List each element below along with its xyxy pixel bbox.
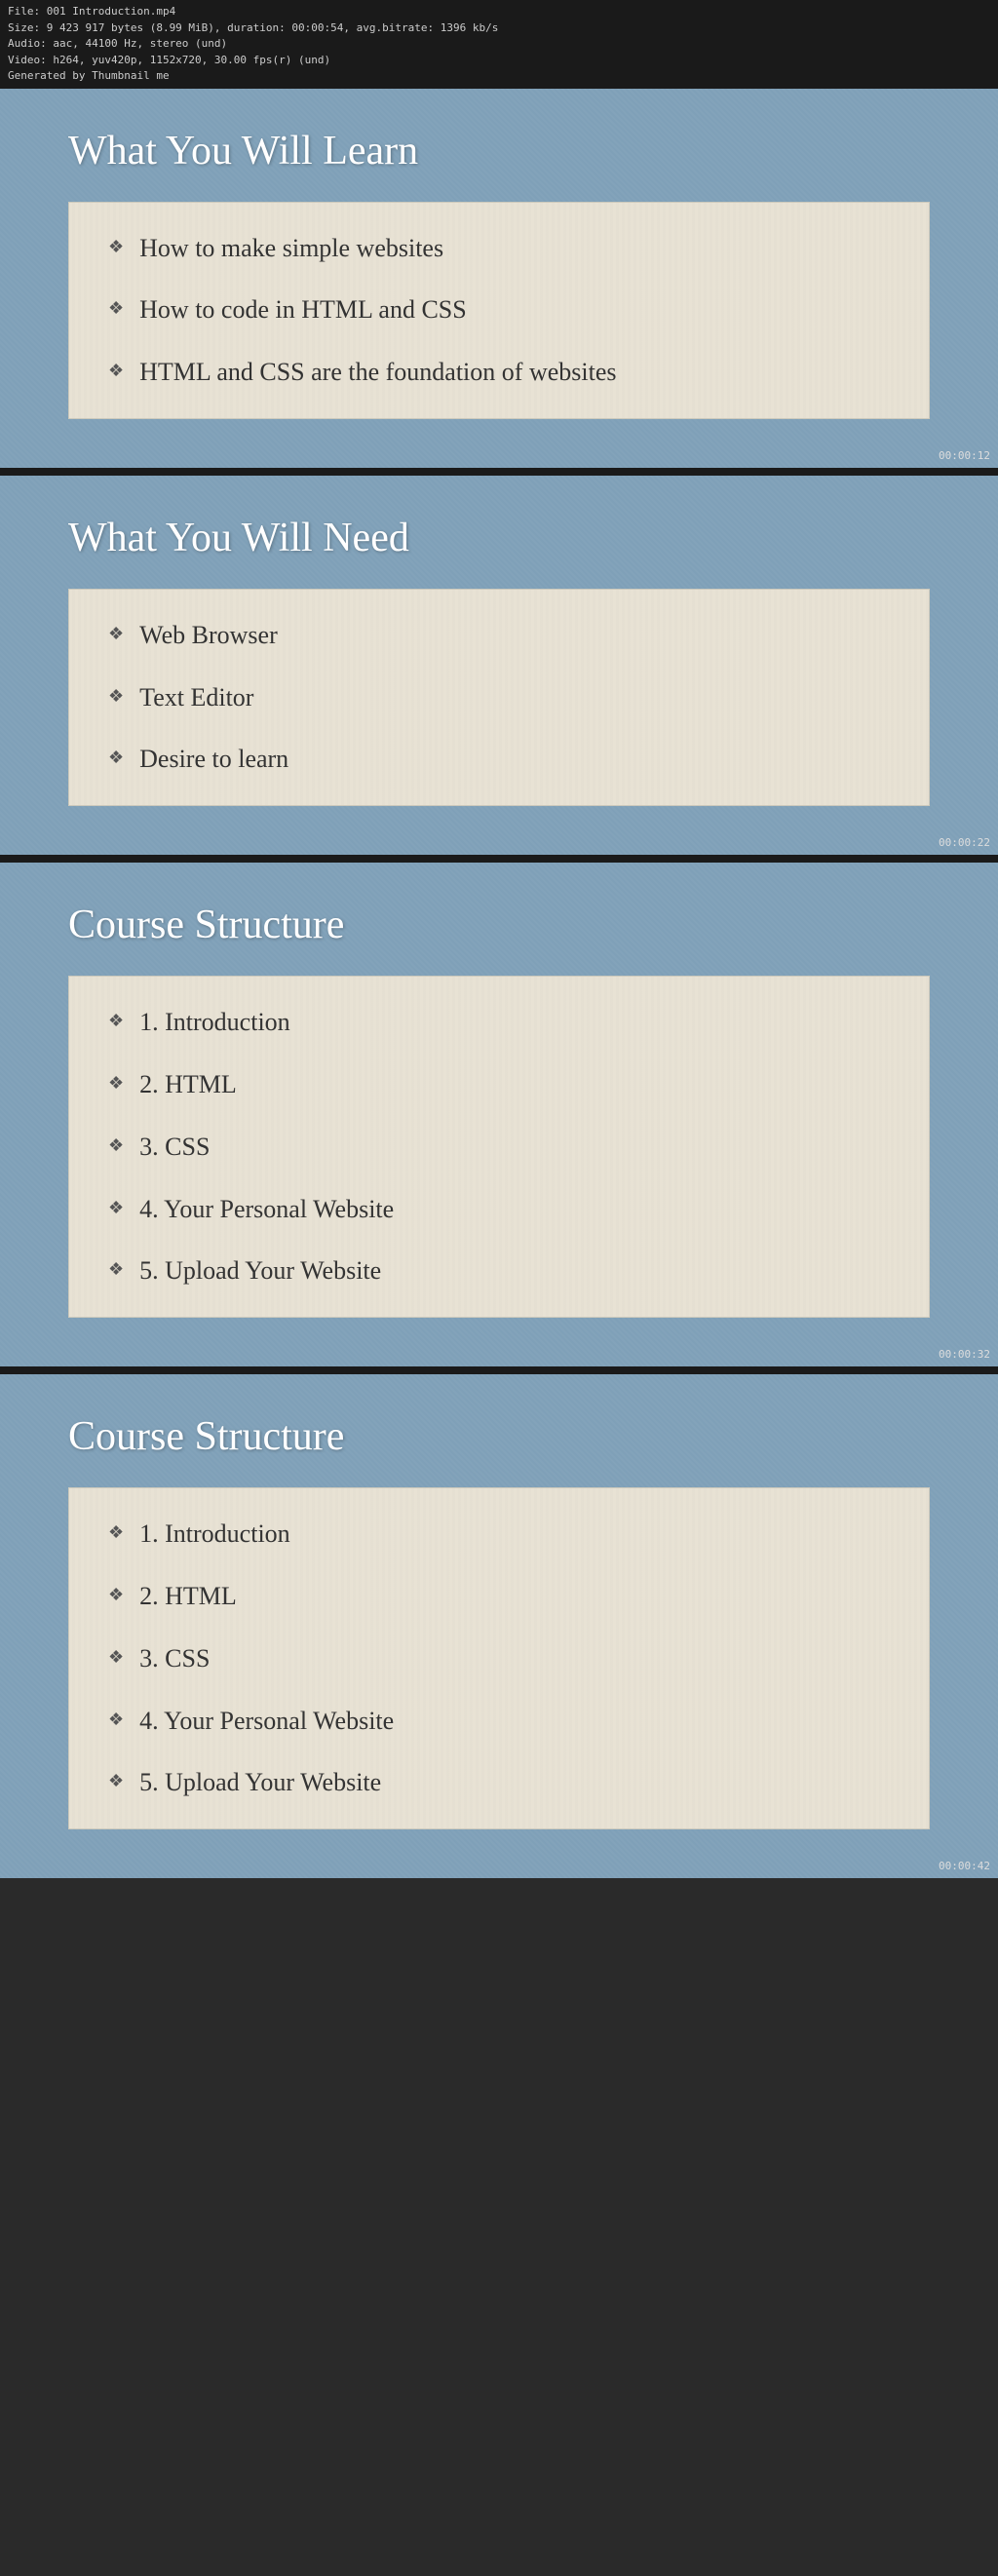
bullet-icon: ❖ [108, 1585, 124, 1605]
bullet-icon: ❖ [108, 1522, 124, 1543]
slide-slide3: Course Structure ❖ 1. Introduction ❖ 2. HTML… [0, 863, 998, 1366]
timestamp-slide3: 00:00:32 [939, 1348, 990, 1361]
list-item-text-slide4-0: 1. Introduction [139, 1518, 290, 1551]
list-item-slide3-0: ❖ 1. Introduction [108, 1006, 890, 1039]
list-item-text-slide1-0: How to make simple websites [139, 232, 443, 265]
list-item-text-slide4-3: 4. Your Personal Website [139, 1705, 394, 1738]
bullet-icon: ❖ [108, 1198, 124, 1218]
bullet-icon: ❖ [108, 624, 124, 644]
file-info: File: 001 Introduction.mp4 Size: 9 423 9… [0, 0, 998, 89]
list-item-slide2-2: ❖ Desire to learn [108, 743, 890, 776]
list-item-slide2-0: ❖ Web Browser [108, 619, 890, 652]
list-item-text-slide4-1: 2. HTML [139, 1580, 237, 1613]
slide-title-slide1: What You Will Learn [68, 128, 930, 174]
slide-slide4: Course Structure ❖ 1. Introduction ❖ 2. HTML… [0, 1374, 998, 1878]
file-info-line5: Generated by Thumbnail me [8, 68, 990, 85]
list-item-text-slide1-1: How to code in HTML and CSS [139, 293, 467, 327]
bullet-icon: ❖ [108, 1011, 124, 1031]
list-item-slide4-1: ❖ 2. HTML [108, 1580, 890, 1613]
list-item-slide1-1: ❖ How to code in HTML and CSS [108, 293, 890, 327]
list-item-slide4-0: ❖ 1. Introduction [108, 1518, 890, 1551]
list-item-slide3-3: ❖ 4. Your Personal Website [108, 1193, 890, 1226]
bullet-icon: ❖ [108, 1710, 124, 1730]
list-item-slide1-0: ❖ How to make simple websites [108, 232, 890, 265]
slide-title-slide3: Course Structure [68, 902, 930, 948]
list-item-text-slide4-4: 5. Upload Your Website [139, 1766, 381, 1799]
list-item-slide1-2: ❖ HTML and CSS are the foundation of webs… [108, 356, 890, 389]
list-item-text-slide3-4: 5. Upload Your Website [139, 1254, 381, 1288]
file-info-line1: File: 001 Introduction.mp4 [8, 4, 990, 20]
bullet-icon: ❖ [108, 237, 124, 257]
file-info-line2: Size: 9 423 917 bytes (8.99 MiB), durati… [8, 20, 990, 37]
list-item-text-slide3-1: 2. HTML [139, 1068, 237, 1101]
file-info-line4: Video: h264, yuv420p, 1152x720, 30.00 fp… [8, 53, 990, 69]
list-item-slide4-3: ❖ 4. Your Personal Website [108, 1705, 890, 1738]
bullet-icon: ❖ [108, 361, 124, 381]
file-info-line3: Audio: aac, 44100 Hz, stereo (und) [8, 36, 990, 53]
list-item-text-slide3-3: 4. Your Personal Website [139, 1193, 394, 1226]
list-item-slide3-2: ❖ 3. CSS [108, 1131, 890, 1164]
bullet-icon: ❖ [108, 1073, 124, 1094]
slide-slide1: What You Will Learn ❖ How to make simple w… [0, 89, 998, 468]
list-item-slide4-2: ❖ 3. CSS [108, 1642, 890, 1675]
bullet-icon: ❖ [108, 1135, 124, 1156]
slide-slide2: What You Will Need ❖ Web Browser ❖ Text Edit… [0, 476, 998, 855]
list-item-text-slide2-2: Desire to learn [139, 743, 288, 776]
list-item-text-slide4-2: 3. CSS [139, 1642, 210, 1675]
list-item-slide3-1: ❖ 2. HTML [108, 1068, 890, 1101]
bullet-icon: ❖ [108, 686, 124, 707]
list-item-slide2-1: ❖ Text Editor [108, 681, 890, 714]
timestamp-slide1: 00:00:12 [939, 449, 990, 462]
list-item-slide3-4: ❖ 5. Upload Your Website [108, 1254, 890, 1288]
bullet-icon: ❖ [108, 1771, 124, 1791]
list-item-text-slide3-0: 1. Introduction [139, 1006, 290, 1039]
slides-container: What You Will Learn ❖ How to make simple w… [0, 89, 998, 1879]
bullet-icon: ❖ [108, 298, 124, 319]
slide-title-slide2: What You Will Need [68, 515, 930, 561]
timestamp-slide2: 00:00:22 [939, 836, 990, 849]
bullet-icon: ❖ [108, 748, 124, 768]
slide-title-slide4: Course Structure [68, 1413, 930, 1460]
bullet-icon: ❖ [108, 1259, 124, 1280]
list-item-text-slide3-2: 3. CSS [139, 1131, 210, 1164]
list-item-slide4-4: ❖ 5. Upload Your Website [108, 1766, 890, 1799]
timestamp-slide4: 00:00:42 [939, 1860, 990, 1872]
list-item-text-slide2-1: Text Editor [139, 681, 253, 714]
list-item-text-slide2-0: Web Browser [139, 619, 278, 652]
list-item-text-slide1-2: HTML and CSS are the foundation of websi… [139, 356, 616, 389]
bullet-icon: ❖ [108, 1647, 124, 1668]
